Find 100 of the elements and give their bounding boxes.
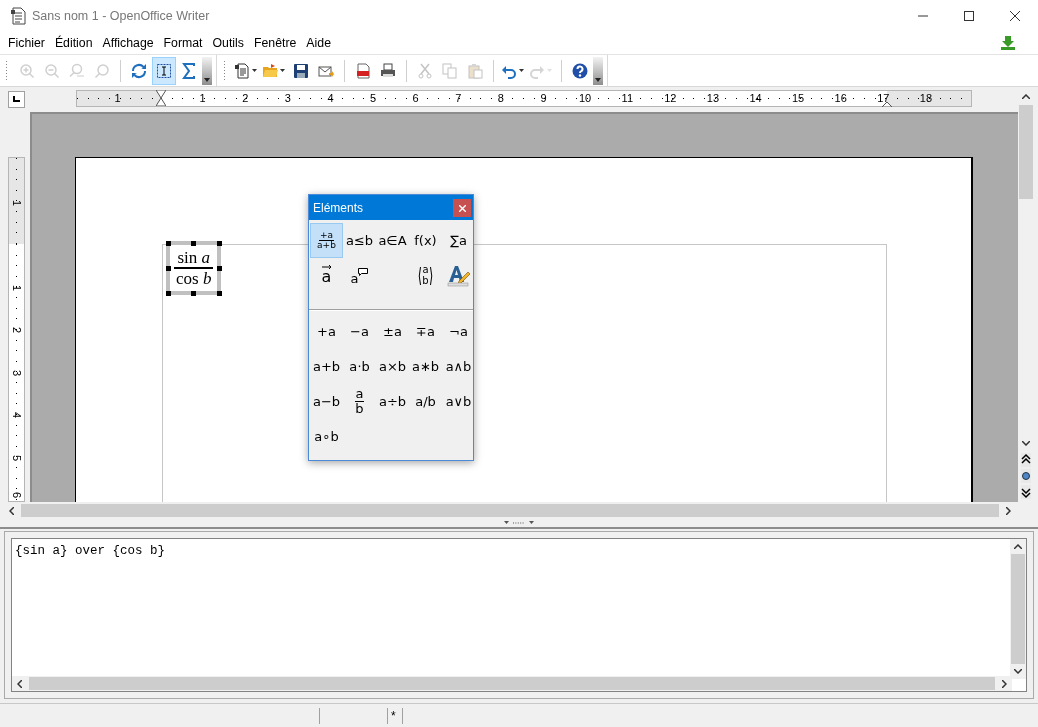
- element-button[interactable]: a⋅b: [343, 349, 376, 384]
- category-button[interactable]: +a a+b: [310, 223, 343, 258]
- element-button[interactable]: a−b: [310, 384, 343, 419]
- resize-handle[interactable]: [165, 290, 171, 296]
- scrollbar-thumb[interactable]: [21, 504, 999, 517]
- menu-item[interactable]: Affichage: [97, 33, 159, 53]
- ruler-number: 12: [664, 93, 677, 103]
- scroll-right-icon[interactable]: [1006, 506, 1011, 515]
- scroll-up-icon[interactable]: [1014, 544, 1022, 549]
- ruler-number: 1: [10, 283, 23, 293]
- document-icon: [10, 7, 26, 25]
- copy-icon: [442, 62, 458, 79]
- menu-item[interactable]: Outils: [207, 33, 249, 53]
- ruler-number: 7: [455, 93, 462, 103]
- document-icon: [234, 62, 250, 79]
- ruler-number: 1: [114, 93, 121, 103]
- navigation-button[interactable]: [1021, 469, 1031, 483]
- indent-marker[interactable]: [882, 102, 892, 107]
- formula-numerator: sin a: [174, 248, 214, 269]
- panel-title: Eléments: [313, 199, 364, 217]
- category-button[interactable]: a∈A: [376, 223, 409, 258]
- tab-stop-button[interactable]: [8, 90, 25, 108]
- scroll-down-icon[interactable]: [1014, 669, 1022, 674]
- scroll-left-icon[interactable]: [17, 679, 22, 688]
- toolbar-overflow-button[interactable]: [593, 56, 603, 85]
- resize-handle[interactable]: [216, 265, 222, 271]
- horizontal-scrollbar[interactable]: [12, 676, 1012, 691]
- vertical-scrollbar[interactable]: [1010, 539, 1026, 679]
- previous-page-button[interactable]: [1021, 453, 1031, 467]
- category-button[interactable]: f(x): [409, 223, 442, 258]
- menu-item[interactable]: Fichier: [3, 33, 50, 53]
- category-button[interactable]: ∑a: [442, 223, 475, 258]
- menu-item[interactable]: Édition: [49, 33, 98, 53]
- caret-icon: [519, 69, 524, 72]
- element-button[interactable]: +a: [310, 314, 343, 349]
- element-button[interactable]: a∗b: [409, 349, 442, 384]
- element-button[interactable]: a∧b: [442, 349, 475, 384]
- ruler-number: 16: [834, 93, 847, 103]
- element-button[interactable]: a×b: [376, 349, 409, 384]
- ruler-number: 5: [10, 453, 23, 463]
- splitter-handle[interactable]: [504, 520, 534, 525]
- category-button[interactable]: a≤b: [343, 223, 376, 258]
- scroll-down-icon[interactable]: [1022, 441, 1030, 446]
- parenthesis-icon: [429, 266, 433, 285]
- element-button[interactable]: −a: [343, 314, 376, 349]
- element-button[interactable]: ∓a: [409, 314, 442, 349]
- scrollbar-thumb[interactable]: [29, 677, 995, 690]
- ruler-number: 2: [10, 325, 23, 336]
- indent-marker[interactable]: [156, 90, 166, 106]
- window-title: Sans nom 1 - OpenOffice Writer: [32, 7, 210, 25]
- toolbar-overflow-button[interactable]: [202, 56, 212, 85]
- format-icon: [446, 264, 471, 287]
- category-button[interactable]: a: [310, 258, 343, 293]
- close-icon: [1010, 11, 1020, 21]
- clipboard-icon: [467, 62, 483, 79]
- element-button[interactable]: a b: [343, 384, 376, 419]
- element-button[interactable]: a∘b: [310, 419, 343, 454]
- text-cursor-icon: [156, 62, 172, 79]
- ruler-number: 18: [919, 93, 933, 103]
- menu-item[interactable]: Format: [158, 33, 208, 53]
- formula-object[interactable]: sin a cos b: [166, 241, 222, 295]
- scroll-left-icon[interactable]: [9, 506, 14, 515]
- element-button[interactable]: a/b: [409, 384, 442, 419]
- resize-handle[interactable]: [191, 290, 197, 296]
- menu-item[interactable]: Aide: [301, 33, 336, 53]
- zoom-in-icon: [19, 62, 35, 79]
- resize-handle[interactable]: [165, 265, 171, 271]
- close-button[interactable]: [453, 198, 471, 217]
- ruler-number: 1: [10, 198, 23, 208]
- ruler-number: 8: [497, 93, 504, 103]
- element-button[interactable]: a∨b: [442, 384, 475, 419]
- scroll-up-icon[interactable]: [1022, 94, 1030, 99]
- category-button[interactable]: a b: [409, 258, 442, 293]
- close-icon: [458, 204, 466, 212]
- element-button[interactable]: ±a: [376, 314, 409, 349]
- scrollbar-thumb[interactable]: [1011, 554, 1025, 664]
- ruler-number: 15: [792, 93, 805, 103]
- element-button[interactable]: a÷b: [376, 384, 409, 419]
- next-page-button[interactable]: [1021, 485, 1031, 499]
- tab-stop-icon: [13, 96, 20, 102]
- zoom-icon: [94, 62, 110, 79]
- scrollbar-thumb[interactable]: [1019, 105, 1033, 199]
- resize-handle[interactable]: [216, 290, 222, 296]
- scroll-right-icon[interactable]: [1002, 679, 1007, 688]
- toolbar-button[interactable]: [152, 56, 176, 85]
- pdf-file-icon: [355, 62, 371, 79]
- resize-handle[interactable]: [216, 240, 222, 246]
- element-button[interactable]: ¬a: [442, 314, 475, 349]
- toolbar-grip[interactable]: [223, 59, 226, 82]
- category-button[interactable]: a: [343, 258, 376, 293]
- ruler-number: 14: [749, 93, 762, 103]
- resize-handle[interactable]: [165, 240, 171, 246]
- resize-handle[interactable]: [191, 240, 197, 246]
- toolbar-grip[interactable]: [5, 59, 8, 82]
- menu-item[interactable]: Fenêtre: [248, 33, 302, 53]
- ruler-number: 4: [10, 410, 23, 421]
- command-input[interactable]: {sin a} over {cos b}: [11, 538, 1027, 692]
- element-button[interactable]: a+b: [310, 349, 343, 384]
- download-icon[interactable]: [1000, 36, 1016, 50]
- ruler-number: 11: [621, 93, 633, 103]
